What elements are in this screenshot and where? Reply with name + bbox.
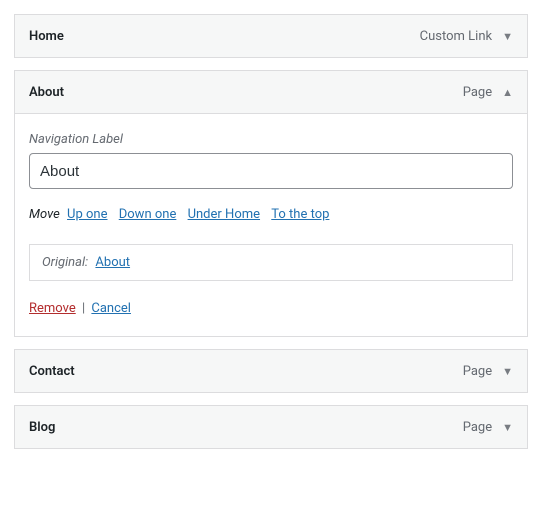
menu-item-title: Blog	[29, 420, 55, 435]
original-link[interactable]: About	[95, 255, 130, 270]
menu-item-type: Page	[463, 420, 492, 435]
navigation-label-input[interactable]	[29, 153, 513, 189]
action-divider: |	[82, 301, 85, 316]
cancel-link[interactable]: Cancel	[91, 301, 131, 316]
menu-item-title: About	[29, 85, 64, 100]
menu-item-meta: Page ▲	[463, 85, 513, 100]
menu-item-bar-blog[interactable]: Blog Page ▼	[14, 405, 528, 449]
move-label: Move	[29, 207, 60, 222]
chevron-up-icon: ▲	[502, 87, 513, 98]
move-under-home-link[interactable]: Under Home	[188, 207, 260, 222]
menu-item-home: Home Custom Link ▼	[14, 14, 528, 58]
menu-item-about: About Page ▲ Navigation Label Move Up on…	[14, 70, 528, 337]
menu-item-bar-home[interactable]: Home Custom Link ▼	[14, 14, 528, 58]
menu-item-type: Page	[463, 85, 492, 100]
menu-item-type: Custom Link	[420, 29, 492, 44]
chevron-down-icon: ▼	[502, 31, 513, 42]
menu-item-meta: Custom Link ▼	[420, 29, 513, 44]
menu-item-settings: Navigation Label Move Up one Down one Un…	[14, 114, 528, 337]
move-up-one-link[interactable]: Up one	[67, 207, 107, 222]
chevron-down-icon: ▼	[502, 422, 513, 433]
actions-row: Remove | Cancel	[29, 301, 513, 316]
menu-item-bar-about[interactable]: About Page ▲	[14, 70, 528, 114]
menu-item-title: Contact	[29, 364, 75, 379]
menu-item-title: Home	[29, 29, 64, 44]
original-box: Original: About	[29, 244, 513, 281]
chevron-down-icon: ▼	[502, 366, 513, 377]
move-to-top-link[interactable]: To the top	[271, 207, 329, 222]
navigation-label-text: Navigation Label	[29, 132, 513, 147]
original-label: Original:	[42, 255, 88, 270]
move-down-one-link[interactable]: Down one	[119, 207, 177, 222]
menu-item-meta: Page ▼	[463, 364, 513, 379]
move-row: Move Up one Down one Under Home To the t…	[29, 207, 513, 222]
menu-item-contact: Contact Page ▼	[14, 349, 528, 393]
menu-item-type: Page	[463, 364, 492, 379]
menu-item-meta: Page ▼	[463, 420, 513, 435]
remove-link[interactable]: Remove	[29, 301, 76, 316]
menu-item-bar-contact[interactable]: Contact Page ▼	[14, 349, 528, 393]
menu-item-blog: Blog Page ▼	[14, 405, 528, 449]
